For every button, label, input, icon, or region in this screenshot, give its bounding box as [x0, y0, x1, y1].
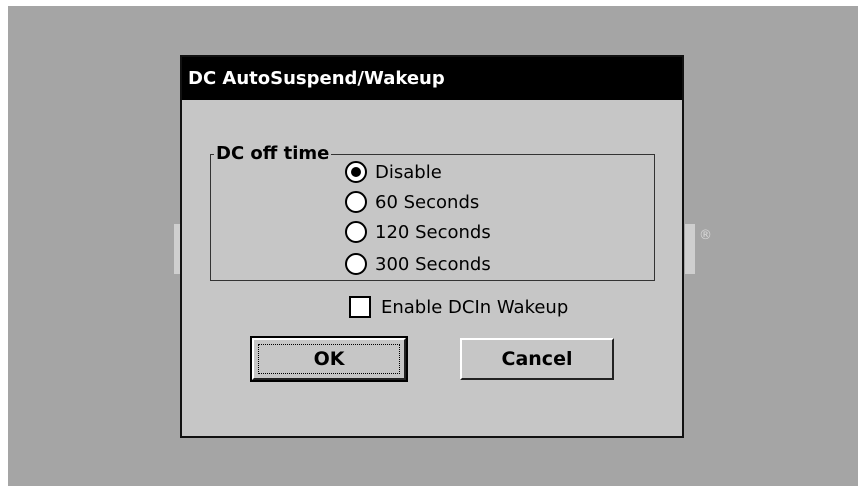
radio-button[interactable] [345, 221, 367, 243]
dialog-title: DC AutoSuspend/Wakeup [182, 57, 682, 100]
ok-button[interactable]: OK [250, 336, 408, 382]
radio-option-60-seconds[interactable]: 60 Seconds [345, 188, 479, 216]
autosuspend-dialog: DC AutoSuspend/Wakeup DC off time Disabl… [180, 55, 684, 438]
background-logo-right [685, 224, 695, 274]
enable-dcin-wakeup-checkbox[interactable] [349, 296, 371, 318]
radio-option-120-seconds[interactable]: 120 Seconds [345, 218, 491, 246]
radio-option-label: Disable [375, 161, 442, 183]
cancel-button[interactable]: Cancel [460, 338, 614, 380]
radio-option-label: 300 Seconds [375, 253, 491, 275]
radio-option-300-seconds[interactable]: 300 Seconds [345, 250, 491, 278]
enable-dcin-wakeup-label: Enable DCIn Wakeup [381, 296, 569, 318]
dc-off-time-group-label: DC off time [214, 143, 332, 165]
radio-option-label: 60 Seconds [375, 191, 480, 213]
background-registered-mark: ® [699, 228, 712, 243]
radio-button-selected[interactable] [345, 161, 367, 183]
radio-button[interactable] [345, 253, 367, 275]
radio-button[interactable] [345, 191, 367, 213]
ok-button-label: OK [313, 348, 345, 370]
radio-option-disable[interactable]: Disable [345, 158, 442, 186]
enable-dcin-wakeup-row[interactable]: Enable DCIn Wakeup [349, 293, 568, 321]
radio-option-label: 120 Seconds [375, 221, 491, 243]
